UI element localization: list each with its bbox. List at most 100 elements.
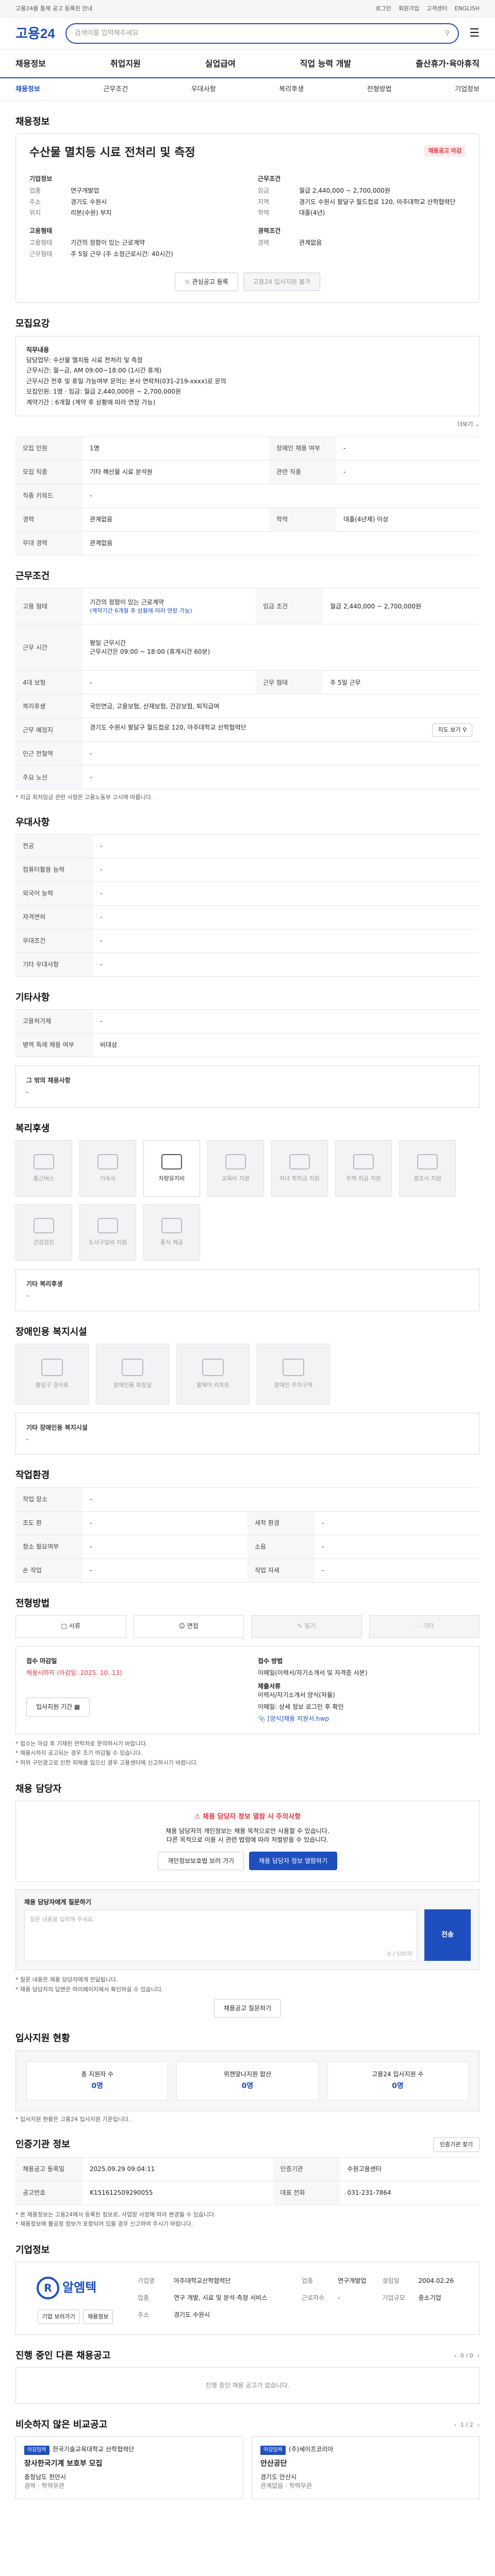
similar-card[interactable]: 마감임박 한국기술교육대학교 산학협력단 장사한국기계 보호부 모집 충청남도 천… — [15, 2436, 243, 2500]
more-link[interactable]: 더보기 ⌄ — [15, 420, 480, 428]
other-extra-title: 그 밖의 채용사항 — [26, 1077, 71, 1084]
question-placeholder: 질문 내용을 입력해 주세요. — [30, 1916, 95, 1923]
facility-item: 장애인 주차구역 — [257, 1343, 330, 1404]
table-cell: 아주대학교산학협력단 — [174, 2277, 231, 2285]
table-cell: - — [82, 1558, 248, 1583]
employment-label: 고용형태 — [29, 227, 53, 235]
table-row: 업종 연구 개발, 시료 및 분석·측정 서비스 근로자수 - 기업규모 중소기업 — [135, 2290, 469, 2307]
support-link[interactable]: 고객센터 — [426, 5, 447, 12]
table-head: 설립일 — [382, 2277, 400, 2285]
english-link[interactable]: ENGLISH — [455, 5, 480, 12]
chevron-left-icon[interactable]: ‹ — [454, 2421, 456, 2429]
ask-question-button[interactable]: 채용공고 질문하기 — [213, 1998, 282, 2018]
meal-icon — [161, 1218, 182, 1234]
map-button[interactable]: 지도 보기 ⚲ — [432, 723, 472, 737]
contact-alert: ⚠ 채용 담당자 정보 열람 시 주의사항 — [26, 1812, 469, 1822]
summary-line: 모집인원: 1명 · 임금: 월급 2,440,000원 ~ 2,700,000… — [26, 388, 181, 396]
top-bar: 고용24를 통해 공고 등록된 안내 로그인 회원가입 고객센터 ENGLISH — [0, 0, 495, 18]
kv-value: 연구개발업 — [71, 187, 100, 194]
company-info-block: 기업정보 업종 연구개발업 주소 경기도 수원시 위치 리본(수원) 부지 고용형태 … — [29, 171, 237, 261]
chevron-right-icon[interactable]: › — [477, 2352, 480, 2360]
find-agency-button[interactable]: 인증기관 찾기 — [433, 2138, 480, 2152]
table-row: 직종 키워드 - — [15, 484, 480, 509]
company-title: 기업정보 — [15, 2245, 50, 2256]
similar-card[interactable]: 마감임박 (주)세이프코리아 안산공단 경기도 안산시 관계없음 · 학력무관 — [252, 2436, 480, 2500]
docs-label: 제출서류 — [258, 1683, 281, 1690]
step-label: 면접 — [187, 1622, 199, 1630]
question-counter: 0 / 500자 — [387, 1950, 412, 1957]
privacy-law-button[interactable]: 개인정보보호법 보러 가기 — [158, 1851, 244, 1871]
book-icon — [225, 1154, 246, 1170]
summary-line: 담당업무: 수산물 멸치등 시료 전처리 및 측정 — [26, 356, 143, 364]
other-extra-box: 그 밖의 채용사항 - — [15, 1065, 480, 1108]
ramp-icon — [41, 1359, 63, 1377]
alert-text: 채용 담당자 정보 열람 시 주의사항 — [203, 1812, 301, 1821]
table-row: 채용공고 등록일 2025.09.29 09:04:11 인증기관 수원고용센터 — [15, 2157, 480, 2181]
table-row: 병역 특례 채용 여부 비대상 — [15, 1033, 480, 1058]
tab-company[interactable]: 기업정보 — [455, 85, 480, 94]
table-row: 주요 노선 - — [15, 765, 480, 790]
gnb-item-support[interactable]: 취업지원 — [110, 58, 141, 70]
condition-label: 근무조건 — [258, 175, 281, 182]
email-info: 이메일: 상세 정보 로그인 후 확인 — [258, 1703, 344, 1710]
table-row: 모집 인원 1명 장애인 채용 여부 - — [15, 436, 480, 461]
stat-card: 총 지원자 수 0명 — [26, 2061, 169, 2100]
company-jobs-button[interactable]: 채용정보 — [82, 2310, 113, 2324]
site-logo[interactable]: 고용24 — [15, 24, 55, 43]
chevron-right-icon[interactable]: › — [477, 2421, 480, 2429]
company-label: 기업정보 — [29, 175, 53, 182]
house-icon — [353, 1154, 374, 1170]
table-head: 근무 형태 — [256, 670, 323, 695]
menu-icon[interactable]: ☰ — [469, 26, 480, 42]
other-title: 기타사항 — [15, 992, 50, 1004]
step-interview: ☺ 면접 — [133, 1615, 244, 1638]
note-line: * 질문 내용은 채용 담당자에게 전달됩니다. — [15, 1976, 118, 1984]
attachment-link[interactable]: 📎 [양식]채용 지원서.hwp — [258, 1715, 469, 1723]
tab-job-info[interactable]: 채용정보 — [15, 85, 40, 94]
company-home-button[interactable]: 기업 보러가기 — [37, 2310, 80, 2324]
apply-period-label: 입사지원 기간 — [36, 1703, 73, 1711]
recruit-table: 모집 인원 1명 장애인 채용 여부 - 모집 직종 기타 해산물 시료 분석원 관련 직… — [15, 436, 480, 556]
table-head: 자격면허 — [15, 905, 93, 930]
tab-preferred[interactable]: 우대사항 — [191, 85, 216, 94]
add-interest-button[interactable]: ☆ 관심공고 등록 — [175, 272, 238, 292]
employ-sub: (계약기간 6개월 후 상황에 따라 연장 가능) — [90, 607, 192, 614]
table-cell: 관계없음 — [82, 507, 270, 532]
pager-text: 1 / 2 — [460, 2421, 473, 2428]
table-row: 경력 관계없음 학력 대졸(4년제) 이상 — [15, 507, 480, 532]
gnb-item-training[interactable]: 직업 능력 개발 — [300, 58, 351, 70]
gnb-item-unemployment[interactable]: 실업급여 — [205, 58, 236, 70]
tab-benefits[interactable]: 복리후생 — [279, 85, 304, 94]
table-head: 관련 직종 — [269, 460, 337, 485]
kv-key: 업종 — [29, 187, 41, 194]
tab-conditions[interactable]: 근무조건 — [103, 85, 128, 94]
kv-value: 경기도 수원시 팔달구 월드컵로 120, 아주대학교 산학협력단 — [299, 198, 456, 206]
apply-disabled-button[interactable]: 고용24 입사지원 불가 — [243, 272, 320, 292]
contact-desc: 채용 담당자의 개인정보는 채용 목적으로만 사용할 수 있습니다. — [166, 1827, 329, 1835]
deadline-label: 접수 마감일 — [26, 1657, 57, 1665]
table-cell: - — [82, 765, 480, 790]
summary-line: 계약기간 : 6개월 (계약 후 상황에 따라 연장 가능) — [26, 398, 156, 406]
benefit-label: 통근버스 — [33, 1175, 55, 1182]
question-send-button[interactable]: 전송 — [424, 1909, 471, 1961]
job-summary-card: 수산물 멸치등 시료 전처리 및 측정 채용공고 마감 기업정보 업종 연구개발업… — [15, 133, 480, 303]
ongoing-title: 진행 중인 다른 채용공고 — [15, 2350, 111, 2361]
view-contact-button[interactable]: 채용 담당자 정보 열람하기 — [249, 1851, 337, 1871]
table-cell: - — [315, 1534, 480, 1559]
signup-link[interactable]: 회원가입 — [399, 5, 419, 12]
tab-selection[interactable]: 전형방법 — [367, 85, 392, 94]
gnb-item-jobs[interactable]: 채용정보 — [15, 58, 46, 70]
table-head: 기타 우대사항 — [15, 953, 93, 977]
search-input[interactable]: 검색어를 입력해주세요 ⚲ — [65, 23, 459, 44]
facility-item: 출입구 경사로 — [15, 1343, 89, 1404]
apply-period-button[interactable]: 입사지원 기간 ▦ — [26, 1698, 90, 1717]
conditions-table: 고용 형태 기간의 정함이 있는 근로계약 (계약기간 6개월 후 상황에 따라 … — [15, 588, 480, 790]
gnb-item-leave[interactable]: 출산휴가·육아휴직 — [416, 58, 480, 70]
search-icon[interactable]: ⚲ — [445, 29, 450, 38]
login-link[interactable]: 로그인 — [375, 5, 391, 12]
table-cell: - — [93, 1009, 480, 1034]
table-row: 복리후생 국민연금, 고용보험, 산재보험, 건강보험, 퇴직급여 — [15, 694, 480, 719]
global-nav: 채용정보 취업지원 실업급여 직업 능력 개발 출산휴가·육아휴직 — [0, 49, 495, 78]
question-textarea[interactable]: 질문 내용을 입력해 주세요. 0 / 500자 — [24, 1910, 417, 1962]
chevron-left-icon[interactable]: ‹ — [454, 2352, 456, 2360]
